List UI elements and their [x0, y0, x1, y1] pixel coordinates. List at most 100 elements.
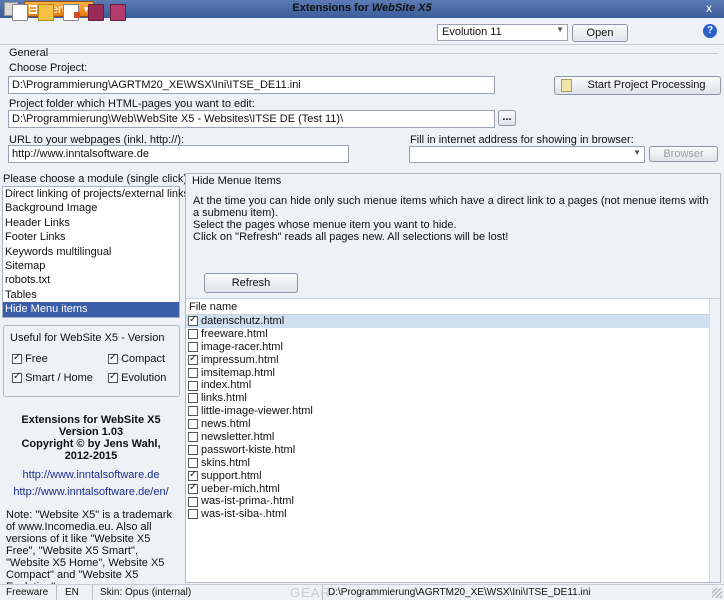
open-button[interactable]: Open — [572, 24, 628, 42]
file-row[interactable]: imsitemap.html — [186, 367, 720, 380]
file-row[interactable]: passwort-kiste.html — [186, 444, 720, 457]
file-checkbox[interactable] — [188, 419, 198, 430]
file-name: datenschutz.html — [201, 315, 285, 327]
file-checkbox[interactable] — [188, 469, 198, 482]
description-line: At the time you can hide only such menue… — [193, 195, 709, 219]
status-divider — [92, 585, 93, 600]
about-info: Extensions for WebSite X5 Version 1.03 C… — [0, 414, 182, 462]
about-years: 2012-2015 — [64, 450, 118, 462]
project-folder-field[interactable]: D:\Programmierung\Web\WebSite X5 - Websi… — [8, 110, 495, 128]
file-checkbox[interactable] — [188, 393, 198, 404]
project-path-field[interactable]: D:\Programmierung\AGRTM20_XE\WSX\Ini\ITS… — [8, 76, 495, 94]
file-name: was-ist-prima-.html — [201, 495, 294, 508]
module-item[interactable]: Sitemap — [3, 259, 179, 273]
module-item[interactable]: Footer Links — [3, 230, 179, 244]
module-item[interactable]: Background Image — [3, 201, 179, 215]
checkbox[interactable] — [12, 371, 22, 384]
file-row[interactable]: skins.html — [186, 457, 720, 470]
version-option-smart-home[interactable]: Smart / Home — [12, 371, 93, 384]
close-icon[interactable]: x — [706, 1, 712, 15]
file-name: index.html — [201, 379, 252, 392]
file-list[interactable]: File name datenschutz.htmlfreeware.htmli… — [186, 298, 720, 582]
file-row[interactable]: impressum.html — [186, 353, 720, 367]
file-checkbox[interactable] — [188, 457, 198, 468]
internet-address-select[interactable]: ▼ — [409, 146, 645, 163]
module-item[interactable]: Tables — [3, 288, 179, 302]
file-checkbox[interactable] — [188, 353, 198, 366]
file-checkbox[interactable] — [188, 314, 198, 327]
file-name-column-header[interactable]: File name — [186, 299, 720, 315]
file-checkbox[interactable] — [188, 482, 198, 495]
checkbox[interactable] — [108, 352, 118, 365]
file-name: freeware.html — [201, 327, 268, 340]
website-en-link[interactable]: http://www.inntalsoftware.de/en/ — [0, 486, 182, 498]
project-folder-label: Project folder which HTML-pages you want… — [9, 98, 255, 110]
module-list[interactable]: Direct linking of projects/external link… — [2, 186, 189, 318]
general-group-label: General — [9, 47, 49, 59]
save-icon[interactable] — [88, 4, 104, 21]
file-rows: datenschutz.htmlfreeware.htmlimage-racer… — [186, 314, 720, 521]
save-as-icon[interactable] — [110, 4, 126, 21]
version-option-evolution[interactable]: Evolution — [108, 371, 166, 384]
file-name: ueber-mich.html — [201, 482, 280, 495]
group-divider — [48, 53, 718, 54]
new-file-icon[interactable] — [12, 4, 28, 21]
refresh-button[interactable]: Refresh — [204, 273, 298, 293]
module-item[interactable]: Header Links — [3, 216, 179, 230]
about-copyright: Copyright © by Jens Wahl, — [21, 438, 161, 450]
url-field[interactable]: http://www.inntalsoftware.de — [8, 145, 349, 163]
help-icon[interactable]: ? — [703, 24, 717, 38]
file-checkbox[interactable] — [188, 328, 198, 339]
dropdown-arrow-icon: ▼ — [633, 148, 641, 157]
file-row[interactable]: was-ist-prima-.html — [186, 495, 720, 508]
import-icon[interactable] — [63, 4, 80, 21]
module-item[interactable]: Hide Menu items — [3, 302, 179, 317]
file-checkbox[interactable] — [188, 496, 198, 507]
file-checkbox[interactable] — [188, 380, 198, 391]
file-checkbox[interactable] — [188, 445, 198, 455]
watermark: GEAR — [290, 585, 331, 600]
file-row[interactable]: datenschutz.html — [186, 314, 720, 328]
browser-button[interactable]: Browser — [649, 146, 718, 162]
file-row[interactable]: freeware.html — [186, 328, 720, 341]
module-item[interactable]: robots.txt — [3, 273, 179, 287]
file-row[interactable]: support.html — [186, 469, 720, 483]
file-row[interactable]: links.html — [186, 392, 720, 405]
start-processing-label: Start Project Processing — [587, 79, 706, 91]
file-checkbox[interactable] — [188, 406, 198, 417]
resize-grip-icon[interactable] — [712, 588, 722, 598]
browse-folder-button[interactable]: ... — [498, 110, 516, 126]
file-name: links.html — [201, 392, 247, 405]
module-item[interactable]: Keywords multilingual — [3, 245, 179, 259]
trademark-note: Note: "Website X5" is a trademark of www… — [6, 509, 172, 593]
file-name: skins.html — [201, 456, 250, 469]
file-row[interactable]: ueber-mich.html — [186, 482, 720, 496]
file-row[interactable]: image-racer.html — [186, 341, 720, 354]
file-row[interactable]: index.html — [186, 379, 720, 392]
website-link[interactable]: http://www.inntalsoftware.de — [0, 469, 182, 481]
checkbox[interactable] — [108, 371, 118, 384]
open-folder-icon[interactable] — [38, 4, 54, 21]
about-version: Version 1.03 — [58, 426, 124, 438]
start-processing-button[interactable]: Start Project Processing — [554, 76, 721, 95]
file-list-scrollbar[interactable] — [709, 299, 720, 582]
file-checkbox[interactable] — [188, 367, 198, 378]
file-row[interactable]: news.html — [186, 418, 720, 431]
document-icon — [561, 79, 572, 92]
file-row[interactable]: was-ist-siba-.html — [186, 508, 720, 521]
file-checkbox[interactable] — [188, 341, 198, 352]
about-title: Extensions for WebSite X5 — [21, 414, 161, 426]
file-checkbox[interactable] — [188, 509, 198, 520]
file-row[interactable]: newsletter.html — [186, 431, 720, 444]
version-option-compact[interactable]: Compact — [108, 352, 165, 365]
dropdown-arrow-icon: ▼ — [556, 25, 564, 34]
module-item[interactable]: Direct linking of projects/external link… — [3, 187, 189, 201]
version-option-free[interactable]: Free — [12, 352, 48, 365]
status-divider — [56, 585, 57, 600]
file-name: little-image-viewer.html — [201, 405, 313, 418]
file-checkbox[interactable] — [188, 432, 198, 443]
version-select[interactable]: Evolution 11 ▼ — [437, 24, 568, 41]
checkbox[interactable] — [12, 352, 22, 365]
file-row[interactable]: little-image-viewer.html — [186, 405, 720, 418]
useful-versions-label: Useful for WebSite X5 - Version — [10, 332, 165, 344]
